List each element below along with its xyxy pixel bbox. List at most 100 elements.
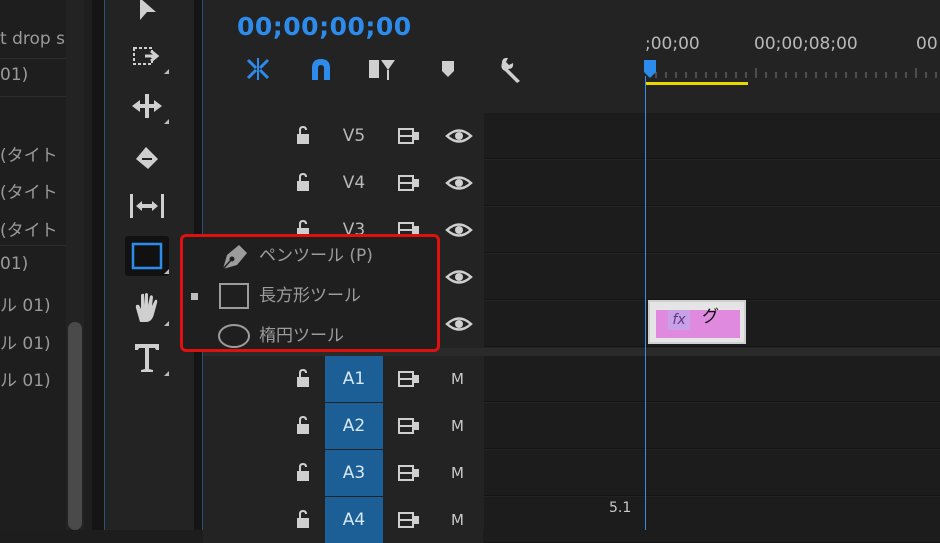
track-lane[interactable]	[484, 160, 940, 206]
snap-button[interactable]	[243, 54, 273, 84]
add-marker-icon	[442, 61, 454, 77]
track-header: A2 M S	[203, 403, 571, 449]
ellipse-icon	[218, 324, 250, 348]
playhead-timecode[interactable]: 00;00;00;00	[237, 12, 412, 41]
menu-item-pen-tool[interactable]: ペンツール (P)	[183, 237, 437, 275]
menu-item-ellipse-tool[interactable]: 楕円ツール	[183, 317, 437, 355]
hand-tool[interactable]	[125, 288, 169, 328]
sync-lock-icon[interactable]	[397, 173, 421, 193]
playhead-line[interactable]	[645, 76, 646, 530]
project-scrollbar-thumb[interactable]	[68, 322, 82, 530]
eye-icon[interactable]	[445, 125, 473, 147]
linked-selection-button[interactable]	[306, 54, 336, 84]
track-header: A3 M S	[203, 450, 571, 496]
ripple-edit-tool[interactable]	[125, 86, 169, 126]
lock-icon[interactable]	[295, 125, 311, 145]
sync-lock-icon[interactable]	[397, 369, 421, 389]
track-lane[interactable]	[484, 356, 940, 402]
rectangle-icon	[131, 242, 163, 270]
ruler-label: ;00;00	[645, 34, 700, 54]
linked-selection-icon	[312, 59, 330, 80]
sync-lock-icon[interactable]	[397, 416, 421, 436]
project-item[interactable]: 01)	[0, 254, 28, 274]
track-name[interactable]: A3	[325, 450, 383, 496]
ripple-edit-icon	[132, 94, 162, 118]
rectangle-icon	[219, 283, 249, 309]
track-header: V4	[203, 160, 483, 206]
audio-track-a2: A2 M S	[203, 403, 940, 449]
lock-icon[interactable]	[295, 462, 311, 482]
track-lane[interactable]	[484, 207, 940, 253]
sync-lock-icon[interactable]	[397, 463, 421, 483]
fx-badge: fx	[668, 310, 690, 330]
ruler-label: 00;00;08;00	[754, 34, 858, 54]
sync-lock-icon[interactable]	[397, 510, 421, 530]
project-item[interactable]: t drop s	[0, 29, 65, 49]
lock-icon[interactable]	[295, 172, 311, 192]
wrench-icon	[501, 57, 520, 83]
project-item[interactable]: ル 01)	[0, 329, 51, 354]
track-name[interactable]: V5	[325, 113, 383, 159]
track-name[interactable]: A2	[325, 403, 383, 449]
insert-as-nest-button[interactable]	[367, 54, 397, 84]
menu-item-label: 楕円ツール	[259, 326, 344, 346]
mute-button[interactable]: M	[451, 403, 464, 449]
project-item[interactable]: 01)	[0, 65, 28, 85]
eye-icon[interactable]	[445, 266, 473, 288]
lock-icon[interactable]	[295, 415, 311, 435]
project-item[interactable]: ル 01)	[0, 291, 51, 316]
project-panel: t drop s 01) (タイト (タイト (タイト 01) ル 01) ル …	[0, 0, 92, 530]
slip-tool[interactable]	[125, 186, 169, 226]
eye-icon[interactable]	[445, 219, 473, 241]
selection-tool[interactable]	[125, 0, 169, 32]
clip-label: グ	[702, 307, 719, 327]
menu-item-rectangle-tool[interactable]: 長方形ツール	[183, 277, 437, 315]
lock-icon[interactable]	[295, 368, 311, 388]
project-item[interactable]: (タイト	[0, 178, 58, 203]
mute-button[interactable]: M	[451, 497, 464, 543]
eye-icon[interactable]	[445, 172, 473, 194]
razor-tool[interactable]	[125, 136, 169, 176]
hand-icon	[135, 293, 158, 322]
menu-item-label: 長方形ツール	[259, 286, 361, 306]
panel-divider	[92, 0, 104, 530]
work-area-bar[interactable]	[646, 82, 748, 85]
project-item[interactable]: (タイト	[0, 141, 58, 166]
track-lane[interactable]	[484, 254, 940, 300]
lock-icon[interactable]	[295, 509, 311, 529]
mute-button[interactable]: M	[451, 356, 464, 402]
track-header: V5	[203, 113, 483, 159]
track-lane[interactable]	[484, 403, 940, 449]
selected-indicator	[191, 293, 198, 300]
track-lane[interactable]	[484, 497, 940, 543]
ruler-label: 00	[916, 34, 938, 54]
add-marker-button[interactable]	[433, 54, 463, 84]
track-select-icon	[133, 47, 160, 65]
insert-as-nest-icon	[369, 60, 395, 80]
arrow-cursor-icon	[140, 0, 156, 20]
track-name[interactable]: A1	[325, 356, 383, 402]
type-icon	[135, 344, 159, 372]
eye-icon[interactable]	[445, 313, 473, 335]
track-lane[interactable]	[484, 450, 940, 496]
timeline-settings-button[interactable]	[497, 54, 527, 84]
track-lane[interactable]	[484, 113, 940, 159]
project-item[interactable]: ル 01)	[0, 366, 51, 391]
track-select-forward-tool[interactable]	[125, 36, 169, 76]
pen-icon	[222, 245, 247, 270]
mute-button[interactable]: M	[451, 450, 464, 496]
video-track-v5: V5	[203, 113, 940, 159]
audio-track-a1: A1 M S	[203, 356, 940, 402]
track-header: A4 M S	[203, 497, 571, 543]
sync-lock-icon[interactable]	[397, 126, 421, 146]
slip-icon	[130, 194, 164, 218]
audio-track-a3: A3 M S	[203, 450, 940, 496]
rectangle-tool[interactable]	[125, 236, 169, 276]
type-tool[interactable]	[125, 338, 169, 378]
track-name[interactable]: A4	[325, 497, 383, 543]
track-name[interactable]: V4	[325, 160, 383, 206]
track-header: A1 M S	[203, 356, 571, 402]
video-track-v4: V4	[203, 160, 940, 206]
graphic-clip[interactable]: fx グ	[648, 300, 746, 344]
project-item[interactable]: (タイト	[0, 216, 58, 241]
